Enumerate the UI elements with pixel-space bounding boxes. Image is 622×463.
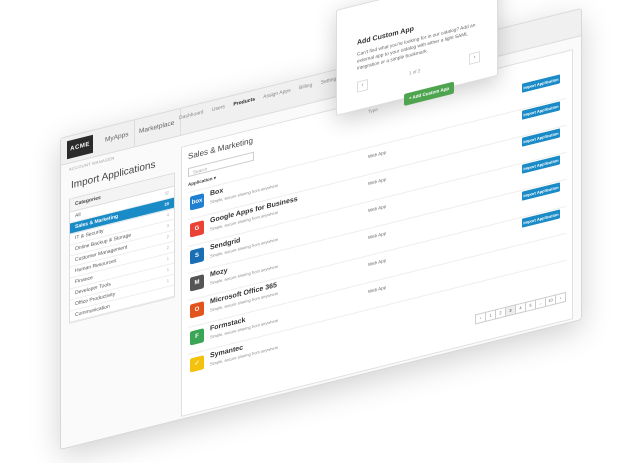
page-button[interactable]: ›: [555, 291, 566, 305]
sidebar-item-count: 32: [164, 189, 169, 196]
sidebar-item-count: 2: [166, 244, 169, 251]
sidebar-item-count: 1: [166, 255, 169, 262]
type-column-header: Type: [368, 106, 378, 115]
sidebar-item-label: All: [75, 211, 81, 220]
app-type: Web App: [368, 230, 387, 241]
sidebar-item-count: 1: [166, 266, 169, 273]
popover-next-button[interactable]: ›: [469, 51, 480, 65]
nav-assign-apps[interactable]: Assign Apps: [263, 87, 291, 100]
app-type: Web App: [368, 176, 387, 187]
app-window: ACME MyApps Marketplace Dashboard Users …: [60, 7, 582, 451]
sidebar-item-count: 20: [164, 200, 169, 207]
stage: ACME MyApps Marketplace Dashboard Users …: [0, 0, 622, 463]
symantec-icon: ✓: [190, 355, 204, 373]
sendgrid-icon: S: [190, 247, 204, 265]
box-icon: box: [190, 193, 204, 211]
popover-prev-button[interactable]: ‹: [357, 79, 368, 93]
nav-users[interactable]: Users: [212, 104, 225, 113]
app-type: Web App: [368, 257, 387, 268]
sidebar-item-count: 2: [166, 233, 169, 240]
sidebar-item-count: 1: [166, 277, 169, 284]
category-sidebar: Categories All 32 Sales & Marketing 20 IT & …: [69, 172, 175, 324]
nav-dashboard[interactable]: Dashboard: [179, 109, 203, 121]
sidebar-item-count: 3: [166, 222, 169, 229]
nav-billing[interactable]: Billing: [299, 82, 312, 91]
popover-page-indicator: 1 of 2: [409, 67, 421, 76]
nav-products[interactable]: Products: [233, 96, 255, 107]
acme-logo: ACME: [67, 134, 93, 160]
formstack-icon: F: [190, 328, 204, 346]
office365-icon: O: [190, 301, 204, 319]
app-type: Web App: [368, 284, 387, 295]
mozy-icon: M: [190, 274, 204, 292]
import-application-button[interactable]: Import Application: [522, 74, 560, 93]
sidebar-item-count: 4: [166, 211, 169, 218]
app-type: Web App: [368, 149, 387, 160]
filter-label: Application: [188, 175, 213, 188]
app-type: Web App: [368, 203, 387, 214]
popover-body: Can't find what you're looking for in ou…: [357, 23, 476, 72]
google-apps-icon: G: [190, 220, 204, 238]
